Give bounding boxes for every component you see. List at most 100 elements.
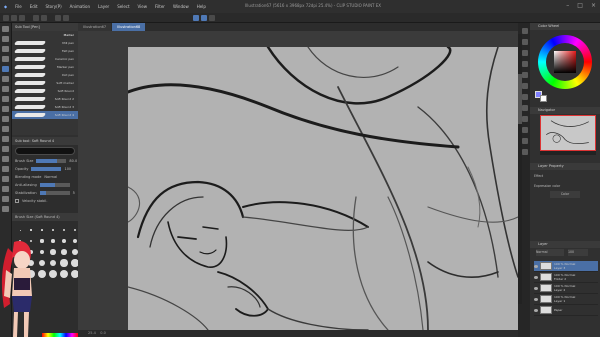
color-slider-tab-icon[interactable] (522, 39, 528, 45)
gradient-tool-icon[interactable] (2, 146, 9, 152)
layer-row[interactable]: 100 % Normal Folder 2 (534, 272, 598, 283)
eye-icon[interactable] (534, 308, 538, 312)
property-row[interactable]: Blending mode Normal (12, 173, 78, 181)
brush-item[interactable]: Soft marker (12, 79, 78, 87)
clear-icon[interactable] (55, 15, 61, 21)
layer-row[interactable]: Paper (534, 305, 598, 316)
sub-color-swatch[interactable] (540, 95, 547, 102)
text-tool-icon[interactable] (2, 186, 9, 192)
brush-size-swatch[interactable] (59, 236, 69, 246)
app-logo-icon[interactable]: ◆ (0, 4, 11, 9)
layer-row[interactable]: 100 % Normal Layer 3 (534, 261, 598, 272)
minimize-button[interactable]: – (566, 2, 569, 9)
navigator-zoom-slider[interactable] (540, 151, 596, 155)
brush-size-swatch[interactable] (59, 225, 69, 235)
brush-item[interactable]: Marker pen (12, 63, 78, 71)
hue-ring[interactable] (538, 35, 592, 89)
brush-size-swatch[interactable] (15, 225, 25, 235)
transform-icon[interactable] (63, 15, 69, 21)
menu-animation[interactable]: Animation (66, 4, 94, 9)
tab-document-2[interactable]: Illustration68 (112, 23, 146, 31)
fill-tool-icon[interactable] (2, 136, 9, 142)
brush-size-swatch[interactable] (48, 258, 58, 268)
property-value[interactable]: Normal (44, 173, 57, 181)
property-row[interactable]: Stabilization 5 (12, 189, 78, 197)
eye-icon[interactable] (534, 286, 538, 290)
menu-window[interactable]: Window (169, 4, 193, 9)
brush-size-swatch[interactable] (59, 258, 69, 268)
open-file-icon[interactable] (11, 15, 17, 21)
zoom-tool-icon[interactable] (2, 26, 9, 32)
frame-tool-icon[interactable] (2, 166, 9, 172)
sub-tool-tab[interactable]: Sub Tool [Pen] (12, 23, 78, 31)
property-slider[interactable] (36, 159, 67, 163)
balloon-tool-icon[interactable] (2, 196, 9, 202)
layer-opacity-field[interactable]: 100 (568, 249, 588, 256)
blend-tool-icon[interactable] (2, 126, 9, 132)
brush-item[interactable]: Dot pen (12, 71, 78, 79)
close-button[interactable]: × (591, 2, 596, 9)
brush-item[interactable]: Felt pen (12, 47, 78, 55)
brush-size-swatch[interactable] (26, 225, 36, 235)
eye-icon[interactable] (534, 264, 538, 268)
zoom-value[interactable]: 25.4 (88, 331, 96, 335)
brush-item-selected[interactable]: Soft Round 4 (12, 111, 78, 119)
eye-icon[interactable] (534, 275, 538, 279)
material-tab-icon[interactable] (522, 149, 528, 155)
layer-property-tab[interactable]: Layer Property (530, 163, 600, 170)
menu-file[interactable]: File (11, 4, 26, 9)
selection-tool-icon[interactable] (2, 46, 9, 52)
rotation-value[interactable]: 0.0 (100, 331, 106, 335)
tab-document-1[interactable]: Illustration67 (78, 23, 112, 31)
tool-property-tab[interactable]: Sub tool: Soft Round 4 (12, 137, 78, 145)
pen-tool-icon[interactable] (2, 66, 9, 72)
redo-icon[interactable] (41, 15, 47, 21)
brush-item[interactable]: Soft Round 3 (12, 103, 78, 111)
navigator-tab[interactable]: Navigator (530, 107, 600, 114)
brush-size-swatch[interactable] (37, 225, 47, 235)
eraser-tool-icon[interactable] (2, 116, 9, 122)
brush-size-swatch[interactable] (59, 247, 69, 257)
correct-line-tool-icon[interactable] (2, 206, 9, 212)
save-icon[interactable] (19, 15, 25, 21)
eyedropper-tool-icon[interactable] (2, 56, 9, 62)
similar-color-tab-icon[interactable] (522, 72, 528, 78)
brush-tool-icon[interactable] (2, 86, 9, 92)
layer-property-tab-icon[interactable] (522, 127, 528, 133)
move-tool-icon[interactable] (2, 36, 9, 42)
property-row[interactable]: Brush Size 80.0 (12, 157, 78, 165)
property-row[interactable]: Anti-aliasing (12, 181, 78, 189)
layer-row[interactable]: 100 % Normal Layer 2 (534, 283, 598, 294)
brush-item[interactable]: Soft Round (12, 87, 78, 95)
layer-tab[interactable]: Layer (530, 241, 600, 248)
snap-grid-icon[interactable] (209, 15, 215, 21)
blend-mode-dropdown[interactable]: Normal (536, 249, 564, 256)
menu-filter[interactable]: Filter (151, 4, 169, 9)
property-row[interactable]: Velocity stabil. (12, 197, 78, 205)
decoration-tool-icon[interactable] (2, 106, 9, 112)
property-slider[interactable] (39, 191, 70, 195)
color-wheel-tab-icon[interactable] (522, 28, 528, 34)
info-tab-icon[interactable] (522, 116, 528, 122)
layer-row[interactable]: 100 % Normal Layer 1 (534, 294, 598, 305)
brush-group-header[interactable]: Marker (12, 31, 78, 39)
maximize-button[interactable]: □ (577, 2, 583, 9)
brush-size-swatch[interactable] (48, 247, 58, 257)
eye-icon[interactable] (534, 297, 538, 301)
layer-search-tab-icon[interactable] (522, 138, 528, 144)
property-row[interactable]: Opacity 100 (12, 165, 78, 173)
menu-view[interactable]: View (134, 4, 152, 9)
velocity-checkbox[interactable] (15, 199, 19, 203)
intermediate-color-tab-icon[interactable] (522, 61, 528, 67)
color-slider[interactable] (42, 333, 78, 337)
menu-layer[interactable]: Layer (94, 4, 113, 9)
color-history-tab-icon[interactable] (522, 83, 528, 89)
ruler-tool-icon[interactable] (2, 176, 9, 182)
brush-size-swatch[interactable] (48, 225, 58, 235)
new-file-icon[interactable] (3, 15, 9, 21)
brush-item[interactable]: Ceramic pen (12, 55, 78, 63)
brush-size-swatch[interactable] (48, 236, 58, 246)
menu-story[interactable]: Story(P) (42, 4, 66, 9)
menu-select[interactable]: Select (113, 4, 133, 9)
menu-edit[interactable]: Edit (26, 4, 42, 9)
